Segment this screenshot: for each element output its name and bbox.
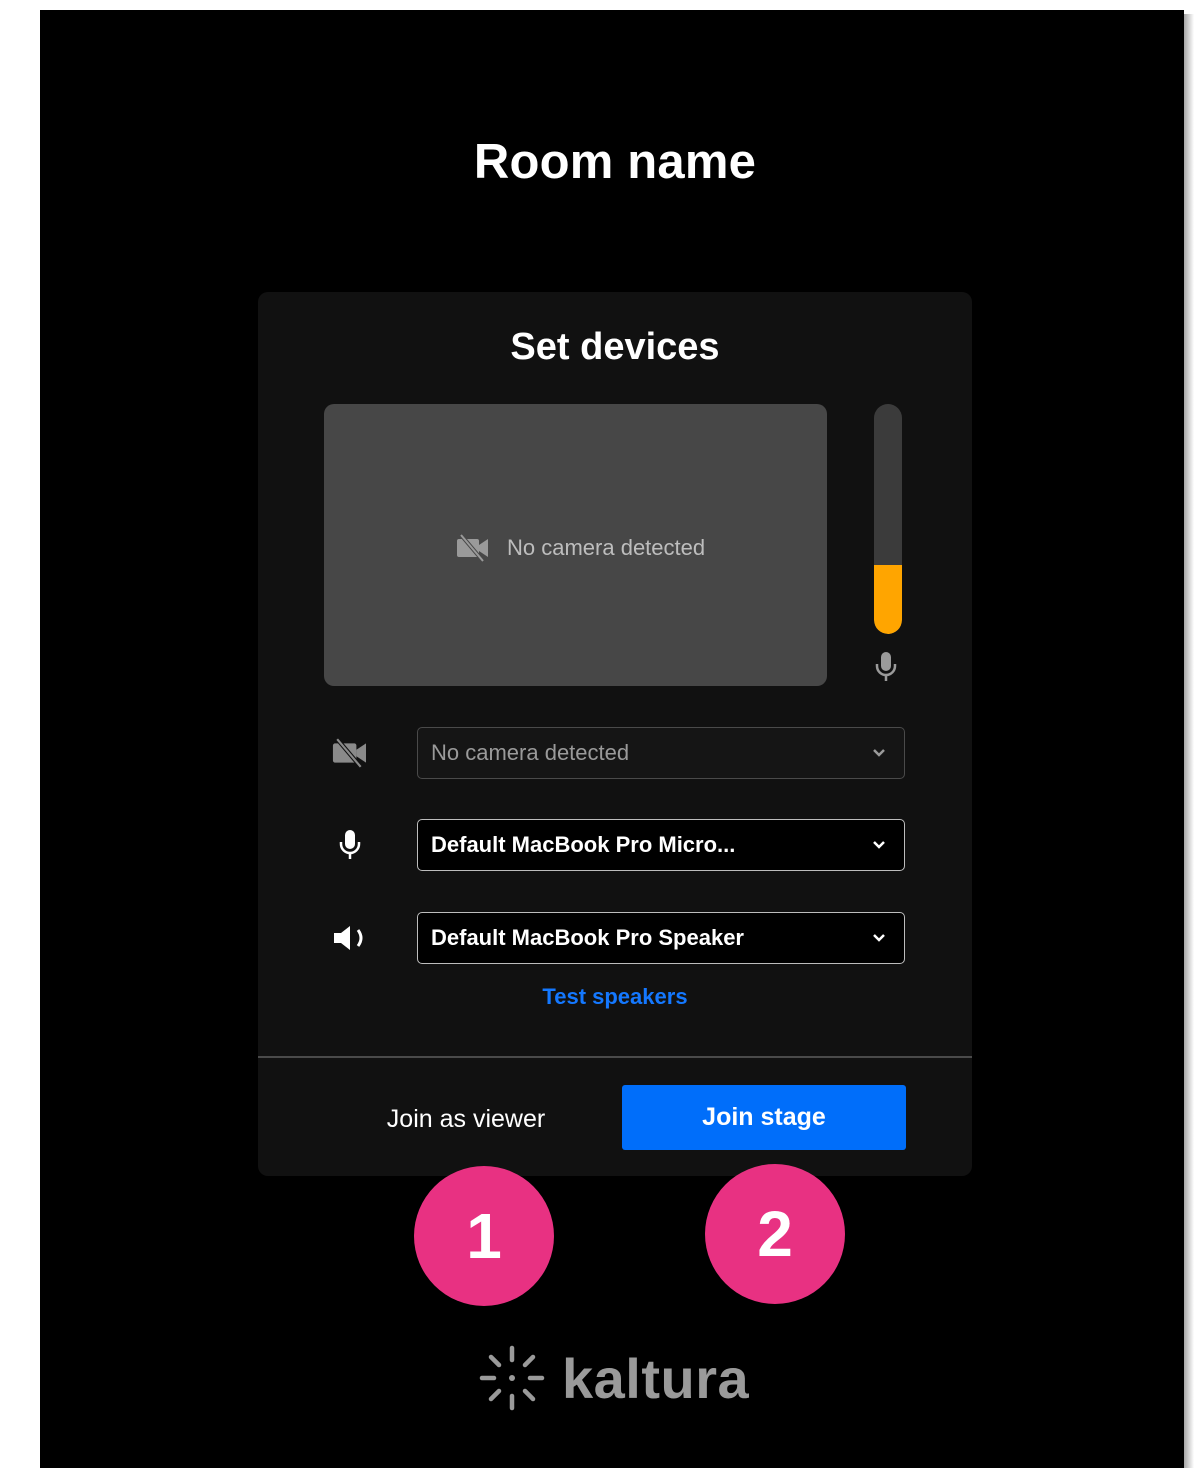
- camera-off-icon: [332, 737, 366, 769]
- test-speakers-link[interactable]: Test speakers: [0, 984, 1204, 1010]
- join-stage-button[interactable]: Join stage: [622, 1085, 906, 1150]
- camera-select: No camera detected: [417, 727, 905, 779]
- microphone-select-value: Default MacBook Pro Micro...: [431, 832, 736, 857]
- microphone-select[interactable]: Default MacBook Pro Micro...: [417, 819, 905, 871]
- callout-badge-2: 2: [705, 1164, 845, 1304]
- camera-off-icon: [457, 533, 488, 563]
- mic-level-meter: [874, 404, 902, 634]
- kaltura-logo: kaltura: [478, 1344, 749, 1412]
- kaltura-wordmark: kaltura: [562, 1346, 750, 1410]
- panel-title: Set devices: [510, 326, 720, 368]
- speaker-select-value: Default MacBook Pro Speaker: [431, 925, 744, 950]
- mic-level-fill: [874, 565, 902, 634]
- camera-select-value: No camera detected: [431, 740, 630, 765]
- speaker-icon: [334, 926, 363, 950]
- microphone-icon: [875, 652, 897, 681]
- panel-divider: [258, 1056, 972, 1058]
- room-title: Room name: [473, 135, 757, 189]
- speaker-select[interactable]: Default MacBook Pro Speaker: [417, 912, 905, 964]
- chevron-down-icon: [873, 841, 885, 849]
- chevron-down-icon: [873, 934, 885, 942]
- join-as-viewer-button[interactable]: Join as viewer: [358, 1090, 574, 1148]
- no-camera-text: No camera detected: [507, 535, 706, 560]
- window-shadow: [1184, 14, 1194, 1468]
- callout-badge-1: 1: [414, 1166, 554, 1306]
- chevron-down-icon: [873, 749, 885, 757]
- camera-preview-message: No camera detected: [455, 530, 705, 566]
- kaltura-logo-icon: [479, 1345, 545, 1411]
- microphone-icon: [339, 830, 361, 859]
